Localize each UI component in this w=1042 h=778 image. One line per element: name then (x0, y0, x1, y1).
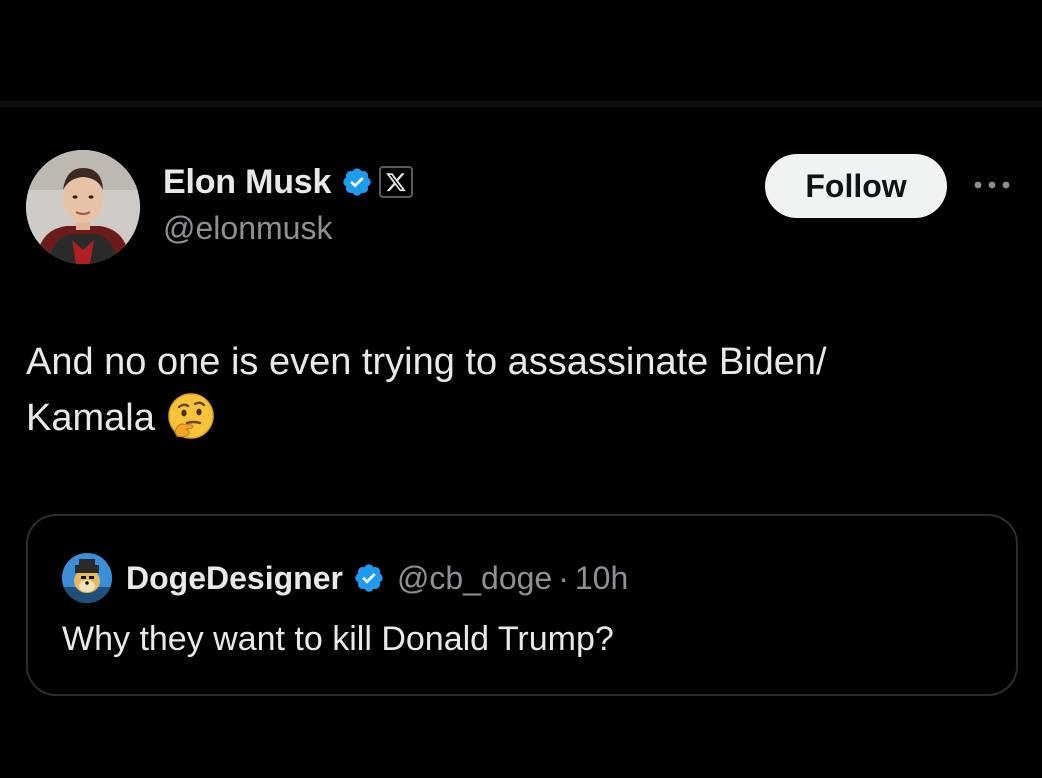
tweet-text-line-1: And no one is even trying to assassinate… (26, 341, 827, 383)
quoted-separator-dot: · (558, 559, 569, 596)
tweet-text: And no one is even trying to assassinate… (26, 334, 1006, 446)
quoted-tweet-text: Why they want to kill Donald Trump? (62, 620, 614, 658)
quoted-timestamp[interactable]: 10h (575, 560, 628, 597)
quoted-verified-badge-icon (353, 562, 385, 594)
thinking-face-icon (167, 392, 215, 440)
author-avatar[interactable] (26, 150, 140, 264)
verified-badge-icon[interactable] (341, 166, 373, 198)
profile-photo-icon (26, 150, 140, 264)
author-handle[interactable]: @elonmusk (163, 210, 413, 247)
follow-button[interactable]: Follow (765, 154, 947, 218)
more-options-icon[interactable] (968, 172, 1016, 198)
tweet-text-line-2: Kamala (26, 397, 155, 439)
tweet-text-line-2-wrap: Kamala (26, 390, 1006, 446)
quoted-tweet-card[interactable]: DogeDesigner @cb_doge · 10h Why they wan… (26, 514, 1018, 696)
author-display-name[interactable]: Elon Musk (163, 163, 331, 202)
author-names: Elon Musk @elonmusk (163, 160, 414, 247)
top-divider (0, 101, 1042, 107)
doge-avatar-icon (62, 553, 112, 603)
tweet-author-row: Elon Musk @elonmusk Follow (0, 146, 1042, 268)
quoted-tweet-header: DogeDesigner @cb_doge · 10h (62, 550, 628, 606)
quoted-author-avatar[interactable] (62, 553, 112, 603)
quoted-author-handle[interactable]: @cb_doge (397, 560, 552, 597)
quoted-author-name[interactable]: DogeDesigner (126, 560, 343, 597)
name-line: Elon Musk (163, 160, 414, 204)
x-affiliate-badge-icon[interactable] (379, 166, 414, 198)
